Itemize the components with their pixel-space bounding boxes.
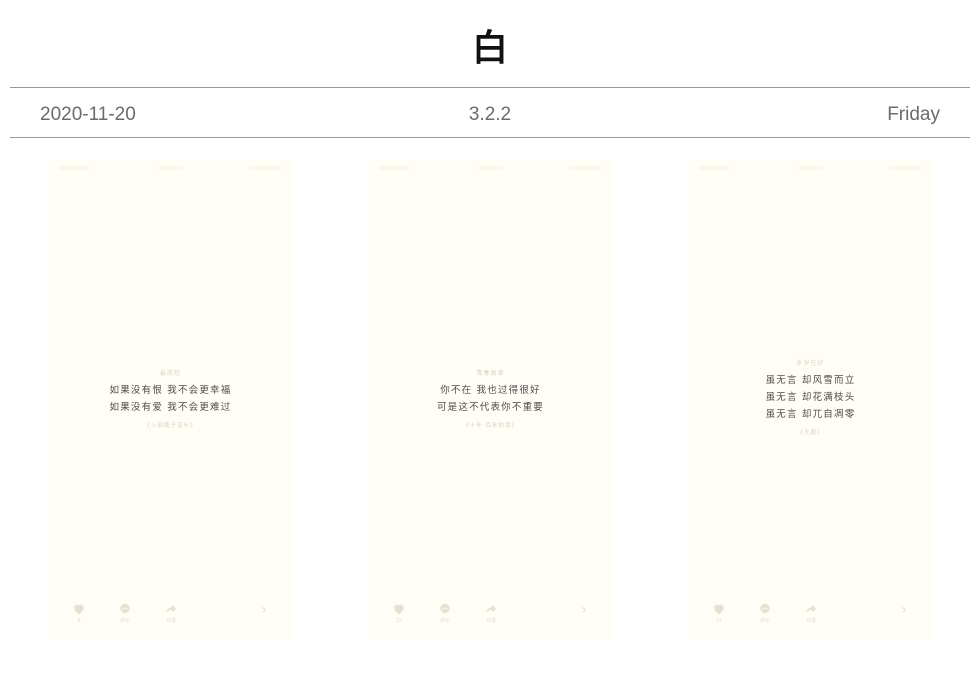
quote-card-1[interactable]: 最简短 如果没有恨 我不会更幸福 如果没有爱 我不会更难过 《上邪瓶子音乐》 8…: [49, 160, 292, 640]
comment-label: 评论: [439, 618, 450, 624]
like-count: 8: [77, 618, 81, 624]
comment-button[interactable]: 评论: [753, 602, 777, 624]
quote-line: 虽无言 却风雪而立: [765, 375, 856, 386]
comment-button[interactable]: 评论: [433, 602, 457, 624]
quote-line: 可是这不代表你不重要: [436, 402, 544, 413]
quote-tag: 青春故事: [476, 370, 505, 377]
like-button[interactable]: 8: [67, 602, 91, 624]
status-bar: [689, 166, 932, 174]
quote-line: 虽无言 却兀自凋零: [765, 409, 856, 420]
like-count: 12: [396, 618, 402, 624]
weekday-label: Friday: [887, 104, 940, 125]
share-icon: [486, 604, 497, 614]
comment-icon: [120, 603, 130, 614]
quote-line: 你不在 我也过得很好: [440, 385, 541, 396]
heart-icon: [394, 604, 404, 615]
version-label: 3.2.2: [468, 104, 512, 125]
like-button[interactable]: 27: [707, 602, 731, 624]
quote-card-3[interactable]: 岁岁在好 虽无言 却风雪而立 虽无言 却花满枝头 虽无言 却兀自凋零 《无题》 …: [689, 160, 932, 640]
chevron-right-icon[interactable]: ›: [572, 603, 596, 617]
like-count: 27: [716, 618, 722, 624]
share-button[interactable]: 分享: [479, 602, 503, 624]
chevron-right-icon[interactable]: ›: [252, 603, 276, 617]
quote-line: 如果没有爱 我不会更难过: [109, 402, 232, 413]
share-label: 分享: [805, 618, 816, 624]
share-label: 分享: [485, 618, 496, 624]
heart-icon: [74, 604, 84, 615]
heart-icon: [714, 604, 724, 615]
quote-tag: 最简短: [159, 370, 181, 377]
share-button[interactable]: 分享: [799, 602, 823, 624]
comment-icon: [760, 603, 770, 614]
share-icon: [166, 604, 177, 614]
header-divider-top: [10, 87, 970, 88]
status-bar: [369, 166, 612, 174]
quote-source: 《十年·后来的我》: [463, 423, 518, 429]
quote-card-2[interactable]: 青春故事 你不在 我也过得很好 可是这不代表你不重要 《十年·后来的我》 12 …: [369, 160, 612, 640]
quote-tag: 岁岁在好: [796, 360, 825, 367]
share-label: 分享: [165, 618, 176, 624]
quote-block: 岁岁在好 虽无言 却风雪而立 虽无言 却花满枝头 虽无言 却兀自凋零 《无题》: [689, 358, 932, 436]
card-actions: 12 评论 分享 ›: [369, 602, 612, 632]
comment-icon: [440, 603, 450, 614]
share-button[interactable]: 分享: [159, 602, 183, 624]
comment-label: 评论: [119, 618, 130, 624]
header-divider-bottom: [10, 137, 970, 138]
quote-line: 虽无言 却花满枝头: [765, 392, 856, 403]
like-button[interactable]: 12: [387, 602, 411, 624]
comment-button[interactable]: 评论: [113, 602, 137, 624]
quote-block: 青春故事 你不在 我也过得很好 可是这不代表你不重要 《十年·后来的我》: [369, 368, 612, 429]
quote-source: 《上邪瓶子音乐》: [144, 423, 197, 429]
chevron-right-icon[interactable]: ›: [892, 603, 916, 617]
card-actions: 27 评论 分享 ›: [689, 602, 932, 632]
comment-label: 评论: [759, 618, 770, 624]
quote-line: 如果没有恨 我不会更幸福: [109, 385, 232, 396]
quote-block: 最简短 如果没有恨 我不会更幸福 如果没有爱 我不会更难过 《上邪瓶子音乐》: [49, 368, 292, 429]
share-icon: [806, 604, 817, 614]
page-title: 白: [471, 28, 508, 69]
quote-source: 《无题》: [797, 430, 824, 436]
card-actions: 8 评论 分享 ›: [49, 602, 292, 632]
status-bar: [49, 166, 292, 174]
